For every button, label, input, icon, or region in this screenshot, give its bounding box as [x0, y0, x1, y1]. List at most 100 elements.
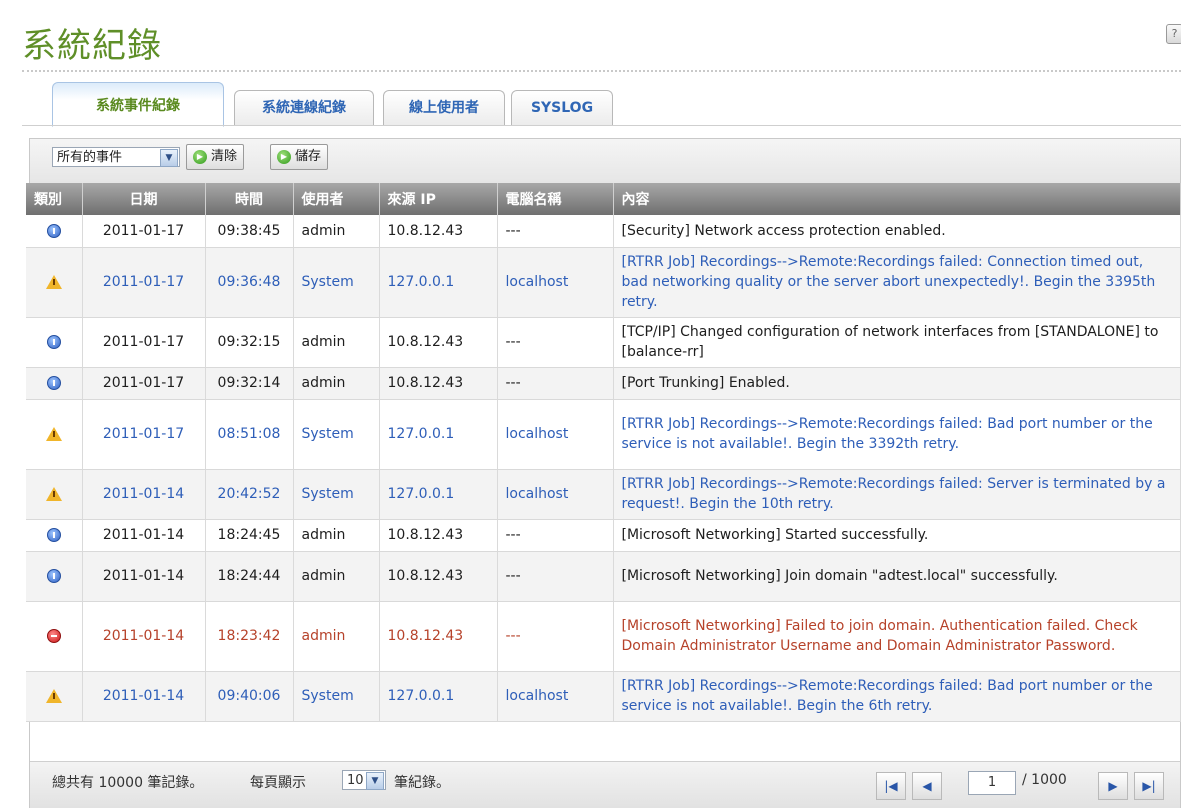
content-cell: [RTRR Job] Recordings-->Remote:Recording… — [613, 399, 1181, 470]
event-log-table: 類別 日期 時間 使用者 來源 IP 電腦名稱 內容 2011-01-17 09:… — [26, 183, 1181, 722]
user-cell: admin — [293, 551, 380, 602]
date-cell: 2011-01-17 — [82, 367, 206, 400]
time-cell: 09:36:48 — [205, 247, 294, 318]
date-cell: 2011-01-17 — [82, 215, 206, 248]
table-row[interactable]: 2011-01-17 08:51:08 System 127.0.0.1 localho… — [26, 399, 1181, 470]
table-row[interactable]: 2011-01-17 09:36:48 System 127.0.0.1 localho… — [26, 247, 1181, 318]
tab-system-connection-log[interactable]: 系統連線紀錄 — [234, 90, 374, 125]
col-header-time[interactable]: 時間 — [205, 183, 294, 215]
content-cell: [Microsoft Networking] Join domain "adte… — [613, 551, 1181, 602]
tab-system-event-log[interactable]: 系統事件紀錄 — [52, 82, 224, 127]
computer-name-cell: localhost — [497, 671, 614, 722]
prev-page-button[interactable]: ◀ — [912, 772, 942, 800]
user-cell: System — [293, 671, 380, 722]
date-cell: 2011-01-17 — [82, 317, 206, 368]
computer-name-cell: --- — [497, 317, 614, 368]
table-row[interactable]: 2011-01-17 09:32:14 admin 10.8.12.43 --- [Por… — [26, 367, 1181, 400]
source-ip-cell: 10.8.12.43 — [379, 601, 498, 672]
clear-button[interactable]: ▶ 清除 — [186, 144, 245, 170]
clear-label: 清除 — [211, 149, 238, 164]
time-cell: 09:32:14 — [205, 367, 294, 400]
event-filter-select[interactable]: 所有的事件 ▼ — [52, 147, 180, 167]
computer-name-cell: localhost — [497, 469, 614, 520]
next-page-icon: ▶ — [1108, 779, 1118, 793]
pagination-bar: 總共有 10000 筆記錄。 每頁顯示 10 ▼ 筆紀錄。 |◀ ◀ 1 / 1… — [30, 761, 1180, 808]
computer-name-cell: localhost — [497, 399, 614, 470]
col-header-source-ip[interactable]: 來源 IP — [379, 183, 498, 215]
source-ip-cell: 127.0.0.1 — [379, 247, 498, 318]
content-cell: [RTRR Job] Recordings-->Remote:Recording… — [613, 469, 1181, 520]
per-page-prefix: 每頁顯示 — [250, 775, 306, 791]
per-page-suffix: 筆紀錄。 — [394, 775, 450, 791]
date-cell: 2011-01-14 — [82, 671, 206, 722]
error-icon — [46, 629, 61, 643]
table-header-row: 類別 日期 時間 使用者 來源 IP 電腦名稱 內容 — [26, 183, 1181, 215]
content-cell: [Microsoft Networking] Failed to join do… — [613, 601, 1181, 672]
category-cell — [26, 671, 83, 722]
category-cell — [26, 317, 83, 368]
user-cell: admin — [293, 317, 380, 368]
table-row[interactable]: 2011-01-14 18:23:42 admin 10.8.12.43 --- [Mic… — [26, 601, 1181, 672]
first-page-button[interactable]: |◀ — [876, 772, 906, 800]
category-cell — [26, 469, 83, 520]
info-icon — [46, 335, 61, 349]
table-row[interactable]: 2011-01-17 09:32:15 admin 10.8.12.43 --- [TCP… — [26, 317, 1181, 368]
col-header-date[interactable]: 日期 — [82, 183, 206, 215]
help-icon[interactable]: ? — [1166, 24, 1181, 44]
date-cell: 2011-01-14 — [82, 519, 206, 552]
computer-name-cell: --- — [497, 367, 614, 400]
source-ip-cell: 127.0.0.1 — [379, 671, 498, 722]
computer-name-cell: localhost — [497, 247, 614, 318]
chevron-down-icon[interactable]: ▼ — [366, 772, 384, 790]
tab-online-users[interactable]: 線上使用者 — [383, 90, 505, 125]
table-row[interactable]: 2011-01-14 09:40:06 System 127.0.0.1 localho… — [26, 671, 1181, 722]
col-header-content[interactable]: 內容 — [613, 183, 1181, 215]
chevron-down-icon[interactable]: ▼ — [160, 149, 178, 167]
category-cell — [26, 399, 83, 470]
user-cell: System — [293, 469, 380, 520]
page-total-text: / 1000 — [1022, 772, 1067, 788]
table-body: 2011-01-17 09:38:45 admin 10.8.12.43 --- [Sec… — [26, 215, 1181, 722]
content-cell: [Port Trunking] Enabled. — [613, 367, 1181, 400]
user-cell: System — [293, 399, 380, 470]
go-arrow-icon: ▶ — [277, 150, 291, 164]
time-cell: 09:32:15 — [205, 317, 294, 368]
computer-name-cell: --- — [497, 601, 614, 672]
next-page-button[interactable]: ▶ — [1098, 772, 1128, 800]
date-cell: 2011-01-17 — [82, 247, 206, 318]
col-header-user[interactable]: 使用者 — [293, 183, 380, 215]
user-cell: admin — [293, 601, 380, 672]
date-cell: 2011-01-17 — [82, 399, 206, 470]
table-row[interactable]: 2011-01-14 18:24:45 admin 10.8.12.43 --- [Mic… — [26, 519, 1181, 552]
time-cell: 18:23:42 — [205, 601, 294, 672]
last-page-button[interactable]: ▶| — [1134, 772, 1164, 800]
computer-name-cell: --- — [497, 519, 614, 552]
save-button[interactable]: ▶ 儲存 — [270, 144, 329, 170]
info-icon — [46, 569, 61, 583]
tab-divider — [22, 125, 1181, 126]
save-label: 儲存 — [295, 149, 322, 164]
col-header-computer-name[interactable]: 電腦名稱 — [497, 183, 614, 215]
date-cell: 2011-01-14 — [82, 551, 206, 602]
category-cell — [26, 519, 83, 552]
table-row[interactable]: 2011-01-17 09:38:45 admin 10.8.12.43 --- [Sec… — [26, 215, 1181, 248]
tab-syslog[interactable]: SYSLOG — [511, 90, 613, 125]
content-cell: [Security] Network access protection ena… — [613, 215, 1181, 248]
time-cell: 09:38:45 — [205, 215, 294, 248]
per-page-select[interactable]: 10 ▼ — [342, 770, 386, 790]
time-cell: 20:42:52 — [205, 469, 294, 520]
prev-page-icon: ◀ — [922, 779, 932, 793]
source-ip-cell: 10.8.12.43 — [379, 215, 498, 248]
time-cell: 09:40:06 — [205, 671, 294, 722]
warning-icon — [45, 275, 62, 289]
page-title: 系統紀錄 — [22, 26, 162, 66]
first-page-icon: |◀ — [884, 779, 898, 793]
source-ip-cell: 10.8.12.43 — [379, 551, 498, 602]
col-header-category[interactable]: 類別 — [26, 183, 83, 215]
table-row[interactable]: 2011-01-14 20:42:52 System 127.0.0.1 localho… — [26, 469, 1181, 520]
category-cell — [26, 551, 83, 602]
source-ip-cell: 127.0.0.1 — [379, 399, 498, 470]
page-number-input[interactable]: 1 — [968, 771, 1016, 795]
source-ip-cell: 10.8.12.43 — [379, 317, 498, 368]
table-row[interactable]: 2011-01-14 18:24:44 admin 10.8.12.43 --- [Mic… — [26, 551, 1181, 602]
